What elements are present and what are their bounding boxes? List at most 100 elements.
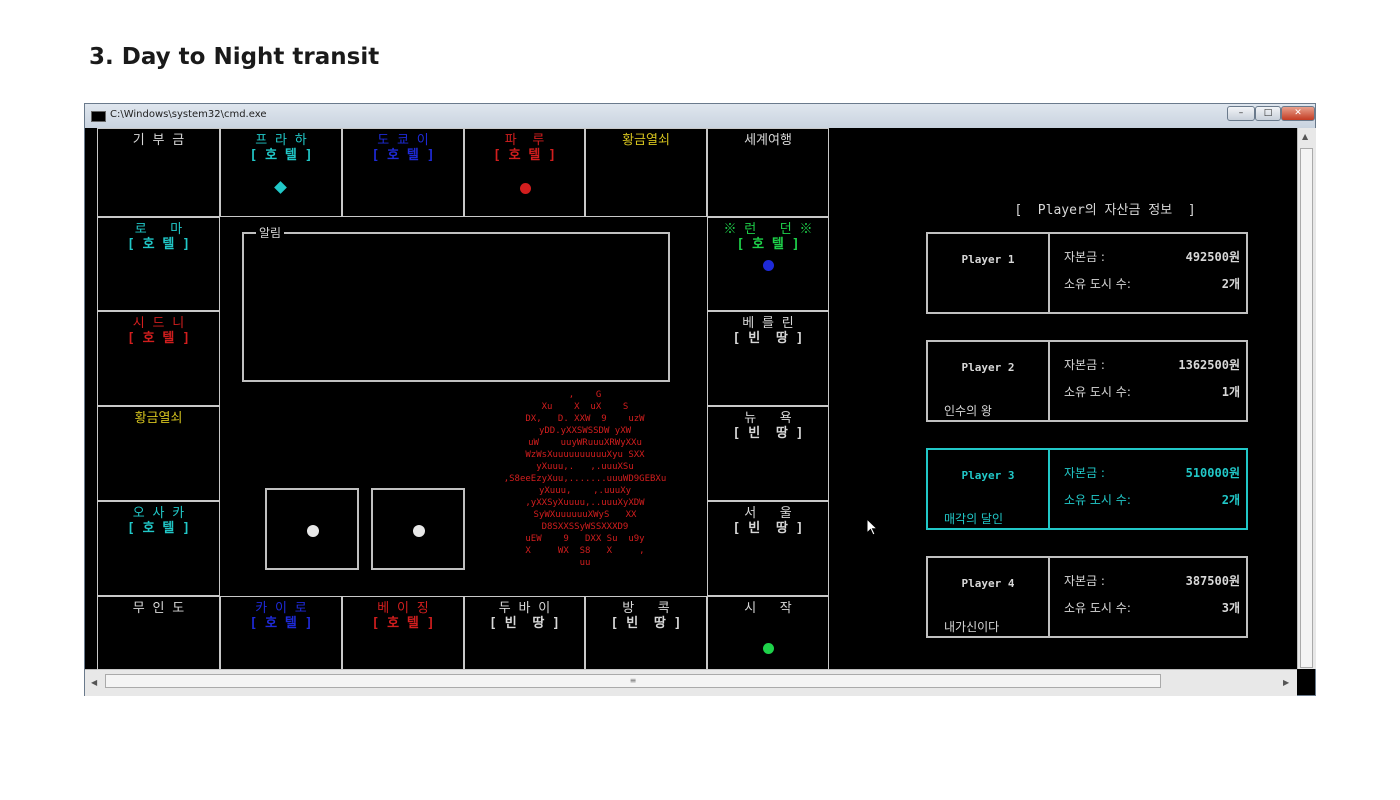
dice-left — [265, 488, 359, 570]
cell-name: 베 를 린 — [742, 316, 794, 331]
player-piece-diamond-icon — [274, 181, 287, 194]
scroll-right-icon[interactable]: ▶ — [1283, 678, 1289, 687]
board-cell-top-5: 세계여행 — [707, 128, 829, 217]
ascii-art-line: DX, D. XXW 9 uzW — [525, 414, 645, 424]
cell-status-tag: [ 호 텔 ] — [126, 521, 191, 536]
cities-label: 소유 도시 수: — [1064, 385, 1131, 399]
cell-name: 황금열쇠 — [134, 411, 183, 426]
cell-status-tag: [ 빈 땅 ] — [732, 521, 804, 536]
cell-name: 카 이 로 — [255, 601, 307, 616]
cell-name: 파 루 — [504, 133, 545, 148]
slide-title: 3. Day to Night transit — [89, 44, 380, 70]
player-name: Player 2 — [961, 361, 1015, 374]
dice-pip — [413, 525, 425, 537]
alert-box: 알림 — [242, 224, 670, 382]
board-cell-bottom-4: 방 콕[ 빈 땅 ] — [585, 596, 707, 670]
vertical-scrollbar[interactable]: ▲ — [1297, 128, 1316, 669]
cities-value: 2개 — [1221, 277, 1240, 291]
ascii-art-line: ,yXXSyXuuuu,..uuuXyXDW — [525, 498, 645, 508]
board-cell-right-2: 베 를 린[ 빈 땅 ] — [707, 311, 829, 406]
board-cell-top-2: 도 쿄 이[ 호 텔 ] — [342, 128, 464, 217]
console-icon — [91, 111, 106, 122]
cities-label: 소유 도시 수: — [1064, 601, 1131, 615]
cell-status-tag: [ 빈 땅 ] — [489, 616, 560, 631]
player-title: 내가신이다 — [944, 620, 1000, 634]
board-cell-right-4: 서 울[ 빈 땅 ] — [707, 501, 829, 596]
cell-name: 두 바 이 — [498, 601, 551, 616]
ascii-art-line: SyWXuuuuuuXWyS XX — [533, 510, 637, 520]
cell-name: ※ 런 던 ※ — [723, 222, 813, 237]
board-cell-top-1: 프 라 하[ 호 텔 ] — [220, 128, 342, 217]
window-title: C:\Windows\system32\cmd.exe — [110, 109, 267, 120]
ascii-art-line: uW uuyWRuuuXRWyXXu — [528, 438, 642, 448]
cell-name: 세계여행 — [744, 133, 792, 148]
board-cell-left-4: 오 사 카[ 호 텔 ] — [97, 501, 220, 596]
money-label: 자본금 : — [1064, 358, 1105, 372]
money-value: 387500원 — [1185, 574, 1240, 588]
cell-name: 서 울 — [744, 506, 792, 521]
cell-status-tag: [ 빈 땅 ] — [732, 426, 804, 441]
scroll-left-icon[interactable]: ◀ — [91, 678, 97, 687]
money-label: 자본금 : — [1064, 466, 1105, 480]
player-card-1: Player 1 자본금 : 492500원 소유 도시 수: 2개 — [926, 232, 1248, 314]
money-label: 자본금 : — [1064, 250, 1105, 264]
cell-status-tag: [ 호 텔 ] — [249, 616, 313, 631]
cell-status-tag: [ 호 텔 ] — [371, 616, 435, 631]
vertical-scroll-thumb[interactable] — [1300, 148, 1313, 668]
maximize-button[interactable]: □ — [1255, 106, 1281, 121]
ascii-art-line: yXuuu, ,.uuuXy — [538, 486, 632, 496]
minimize-button[interactable]: – — [1227, 106, 1255, 121]
horizontal-scrollbar[interactable]: ◀ ≡ ▶ — [85, 669, 1297, 696]
ascii-art-line: WzWsXuuuuuuuuuuXyu SXX — [525, 450, 645, 460]
player-card-2: Player 2 인수의 왕 자본금 : 1362500원 소유 도시 수: 1개 — [926, 340, 1248, 422]
horizontal-scroll-thumb[interactable]: ≡ — [105, 674, 1161, 688]
board-cell-top-3: 파 루[ 호 텔 ] — [464, 128, 585, 217]
cities-value: 2개 — [1221, 493, 1240, 507]
ascii-art-line: yDD.yXXSWSSDW yXW — [538, 426, 632, 436]
card-divider — [1048, 558, 1050, 636]
cell-name: 도 쿄 이 — [377, 133, 429, 148]
cities-label: 소유 도시 수: — [1064, 493, 1131, 507]
cell-name: 방 콕 — [622, 601, 670, 616]
ascii-art-line: Xu X uX S — [541, 402, 629, 412]
money-value: 492500원 — [1185, 250, 1240, 264]
player-piece-dot-icon — [519, 183, 531, 194]
cell-name: 오 사 카 — [132, 506, 185, 521]
player-title: 인수의 왕 — [944, 404, 992, 418]
card-divider — [1048, 450, 1050, 528]
dice-pip — [307, 525, 319, 537]
title-bar[interactable]: C:\Windows\system32\cmd.exe – □ ✕ — [85, 104, 1315, 128]
money-value: 1362500원 — [1178, 358, 1240, 372]
cell-status-tag: [ 호 텔 ] — [492, 148, 557, 163]
player-card-3: Player 3 매각의 달인 자본금 : 510000원 소유 도시 수: 2개 — [926, 448, 1248, 530]
money-value: 510000원 — [1185, 466, 1240, 480]
cell-name: 뉴 욕 — [744, 411, 792, 426]
board-cell-right-3: 뉴 욕[ 빈 땅 ] — [707, 406, 829, 501]
player-piece-dot-icon — [763, 643, 774, 654]
ascii-art: , G Xu X uX S DX, D. XXW 9 uzW yDD.yXXSWSSD… — [465, 389, 705, 569]
card-divider — [1048, 342, 1050, 420]
close-button[interactable]: ✕ — [1281, 106, 1315, 121]
cell-name: 황금열쇠 — [622, 133, 670, 148]
cell-status-tag: [ 호 텔 ] — [371, 148, 435, 163]
board-cell-top-0: 기 부 금 — [97, 128, 220, 217]
money-label: 자본금 : — [1064, 574, 1105, 588]
ascii-art-line: uu — [579, 558, 591, 568]
player-title: 매각의 달인 — [944, 512, 1004, 526]
scroll-up-icon[interactable]: ▲ — [1302, 132, 1308, 141]
ascii-art-line: ,S8eeEzyXuu,.......uuuWD9GEBXu — [503, 474, 667, 484]
dice-right — [371, 488, 465, 570]
board-cell-bottom-1: 카 이 로[ 호 텔 ] — [220, 596, 342, 670]
arrow-cursor-icon — [867, 519, 879, 536]
alert-label: 알림 — [256, 224, 285, 241]
player-name: Player 1 — [961, 253, 1015, 266]
cell-name: 시 작 — [744, 601, 792, 616]
board-cell-bottom-2: 베 이 징[ 호 텔 ] — [342, 596, 464, 670]
ascii-art-line: X WX S8 X , — [525, 546, 645, 556]
board-cell-top-4: 황금열쇠 — [585, 128, 707, 217]
cell-status-tag: [ 호 텔 ] — [736, 237, 800, 252]
console-window: C:\Windows\system32\cmd.exe – □ ✕ ▲ ◀ ≡ … — [84, 103, 1316, 696]
board-cell-bottom-5: 시 작 — [707, 596, 829, 670]
cities-value: 3개 — [1221, 601, 1240, 615]
cell-name: 로 마 — [134, 222, 183, 237]
